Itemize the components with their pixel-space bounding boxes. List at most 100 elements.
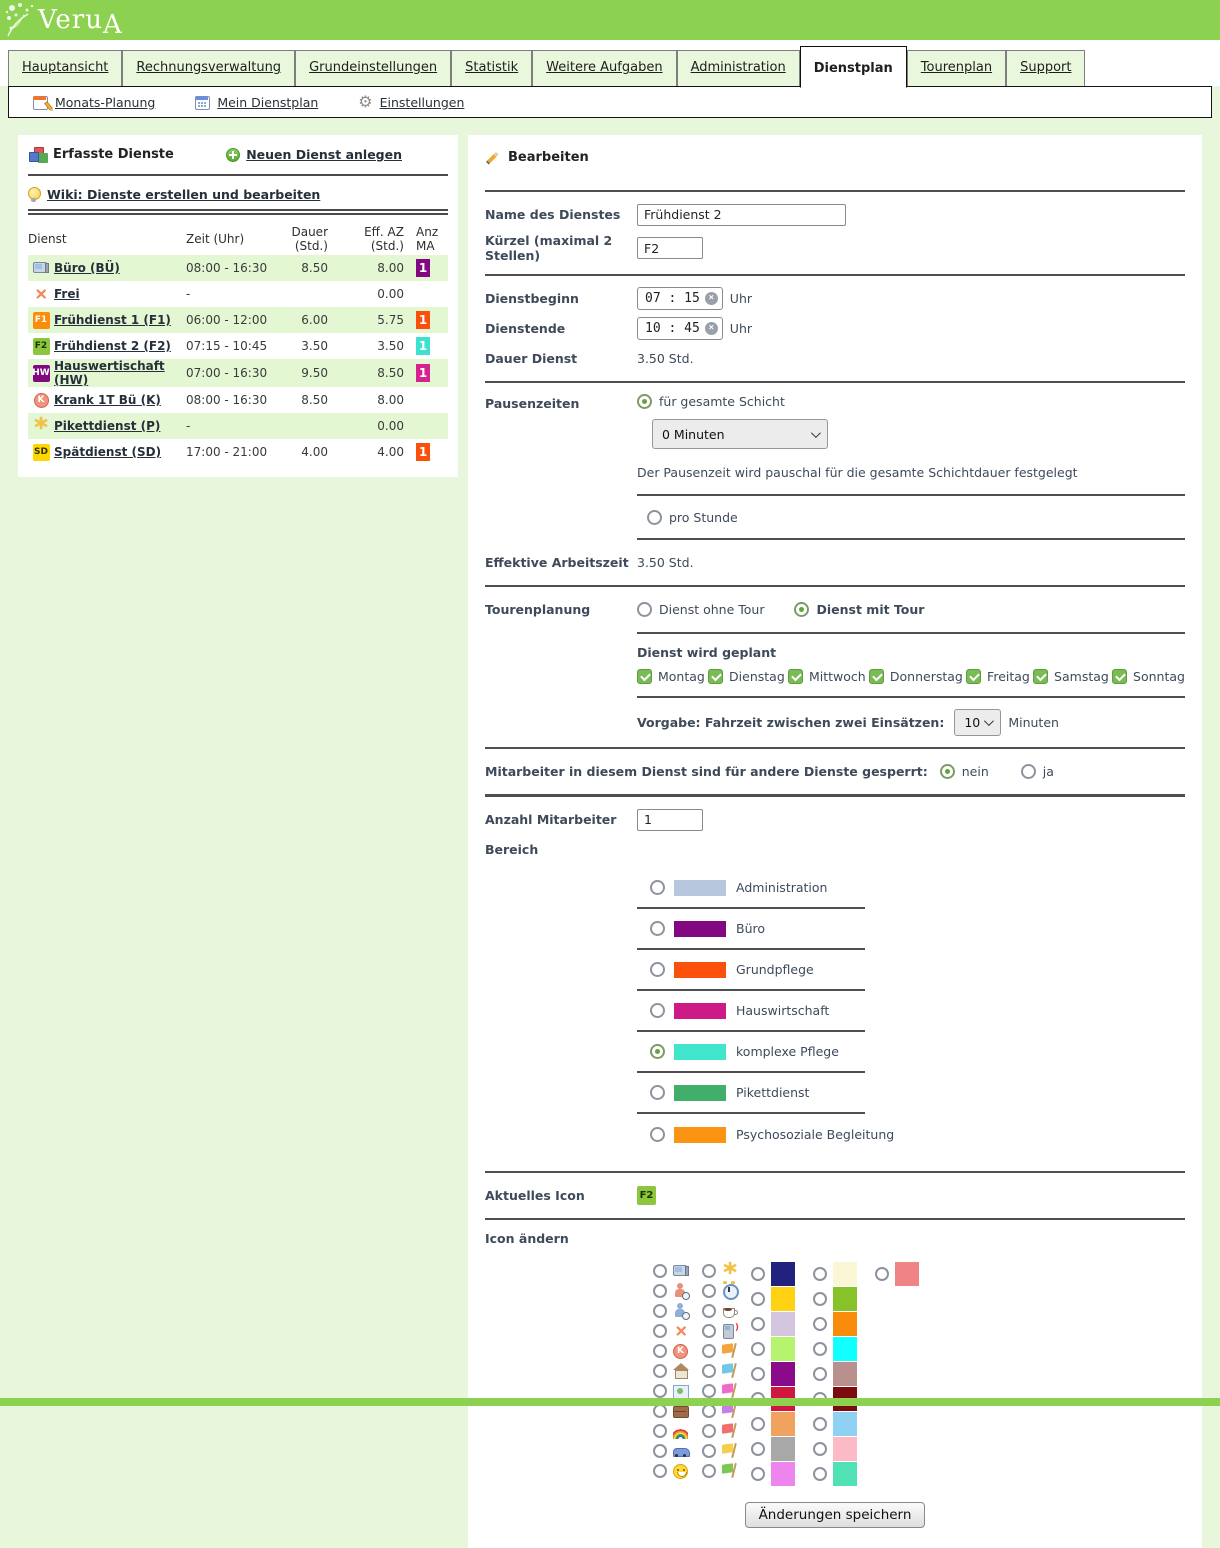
service-name-link[interactable]: Frühdienst 2 (F2) bbox=[54, 339, 186, 353]
icon-option-color-salmon[interactable] bbox=[875, 1261, 919, 1286]
radio-color-orange[interactable] bbox=[813, 1317, 827, 1331]
checkbox-mittwoch[interactable] bbox=[788, 669, 803, 684]
icon-option-phone-icon[interactable]: ) bbox=[702, 1321, 738, 1341]
weekday-montag[interactable]: Montag bbox=[637, 669, 705, 684]
tab-dienstplan[interactable]: Dienstplan bbox=[800, 46, 907, 88]
icon-option-smiley-icon[interactable] bbox=[653, 1461, 689, 1481]
bereich-option-komplexe-pflege[interactable]: komplexe Pflege bbox=[637, 1032, 865, 1073]
radio-color-gold[interactable] bbox=[751, 1292, 765, 1306]
radio-color-gray[interactable] bbox=[751, 1442, 765, 1456]
fahrzeit-select[interactable]: 10 bbox=[954, 709, 1001, 736]
icon-option-color-orange[interactable] bbox=[813, 1311, 857, 1336]
radio-hauswirtschaft[interactable] bbox=[650, 1003, 665, 1018]
kuerzel-input[interactable]: F2 bbox=[637, 237, 703, 259]
service-name-link[interactable]: Büro (BÜ) bbox=[54, 261, 186, 275]
wiki-link[interactable]: Wiki: Dienste erstellen und bearbeiten bbox=[28, 182, 448, 207]
radio-stunde[interactable] bbox=[647, 510, 662, 525]
icon-option-color-purple[interactable] bbox=[751, 1361, 795, 1386]
radio-color-aquamarine[interactable] bbox=[813, 1467, 827, 1481]
radio-asterisk-icon[interactable] bbox=[702, 1264, 716, 1278]
radio-color-yellowgreen[interactable] bbox=[813, 1292, 827, 1306]
icon-option-color-yellowgreen[interactable] bbox=[813, 1286, 857, 1311]
tab-statistik[interactable]: Statistik bbox=[451, 50, 532, 86]
bereich-option-hauswirtschaft[interactable]: Hauswirtschaft bbox=[637, 991, 865, 1032]
icon-option-flag-blue-icon[interactable] bbox=[702, 1361, 738, 1381]
radio-color-rosybrown[interactable] bbox=[813, 1367, 827, 1381]
radio-flag-yellow-icon[interactable] bbox=[702, 1444, 716, 1458]
icon-option-color-gold[interactable] bbox=[751, 1286, 795, 1311]
radio-chest-icon[interactable] bbox=[653, 1404, 667, 1418]
table-row[interactable]: HWHauswertischaft (HW)07:00 - 16:309.508… bbox=[28, 359, 448, 387]
icon-option-color-cream[interactable] bbox=[813, 1261, 857, 1286]
checkbox-freitag[interactable] bbox=[966, 669, 981, 684]
radio-color-pink[interactable] bbox=[813, 1442, 827, 1456]
radio-rainbow-icon[interactable] bbox=[653, 1424, 667, 1438]
icon-option-color-thistle[interactable] bbox=[751, 1311, 795, 1336]
icon-option-flag-red-icon[interactable] bbox=[702, 1421, 738, 1441]
table-row[interactable]: KKrank 1T Bü (K)08:00 - 16:308.508.00 bbox=[28, 387, 448, 413]
icon-option-flag-orange-icon[interactable] bbox=[702, 1341, 738, 1361]
weekday-dienstag[interactable]: Dienstag bbox=[708, 669, 785, 684]
begin-time-input[interactable]: 07 : 15× bbox=[637, 287, 723, 310]
service-name-link[interactable]: Spätdienst (SD) bbox=[54, 445, 186, 459]
radio-color-purple[interactable] bbox=[751, 1367, 765, 1381]
checkbox-donnerstag[interactable] bbox=[869, 669, 884, 684]
radio-color-cream[interactable] bbox=[813, 1267, 827, 1281]
icon-option-alarm-clock-icon[interactable] bbox=[702, 1281, 738, 1301]
tab-support[interactable]: Support bbox=[1006, 50, 1085, 86]
radio-color-salmon[interactable] bbox=[875, 1267, 889, 1281]
clear-time-icon[interactable]: × bbox=[705, 292, 718, 305]
radio-color-orchid[interactable] bbox=[751, 1467, 765, 1481]
checkbox-dienstag[interactable] bbox=[708, 669, 723, 684]
tab-administration[interactable]: Administration bbox=[677, 50, 800, 86]
radio-computer-icon[interactable] bbox=[653, 1264, 667, 1278]
icon-option-k-circle-icon[interactable]: K bbox=[653, 1341, 689, 1361]
bereich-option-psychosoziale-begleitung[interactable]: Psychosoziale Begleitung bbox=[637, 1114, 865, 1155]
radio-color-cyan[interactable] bbox=[813, 1342, 827, 1356]
radio-komplexe-pflege[interactable] bbox=[650, 1044, 665, 1059]
checkbox-samstag[interactable] bbox=[1033, 669, 1048, 684]
radio-mit-tour[interactable] bbox=[794, 602, 809, 617]
service-name-link[interactable]: Hauswertischaft (HW) bbox=[54, 359, 186, 387]
icon-option-color-orchid[interactable] bbox=[751, 1461, 795, 1486]
icon-option-coffee-cup-icon[interactable] bbox=[702, 1301, 738, 1321]
icon-option-color-rosybrown[interactable] bbox=[813, 1361, 857, 1386]
radio-grundpflege[interactable] bbox=[650, 962, 665, 977]
icon-option-color-pink[interactable] bbox=[813, 1436, 857, 1461]
icon-option-color-lightgreen[interactable] bbox=[751, 1336, 795, 1361]
icon-option-asterisk-icon[interactable]: * bbox=[702, 1261, 738, 1281]
tab-hauptansicht[interactable]: Hauptansicht bbox=[8, 50, 122, 86]
icon-option-person-clock-blue-icon[interactable] bbox=[653, 1301, 689, 1321]
radio-ja[interactable] bbox=[1021, 764, 1036, 779]
radio-flag-blue-icon[interactable] bbox=[702, 1364, 716, 1378]
checkbox-sonntag[interactable] bbox=[1112, 669, 1127, 684]
table-row[interactable]: Büro (BÜ)08:00 - 16:308.508.001 bbox=[28, 255, 448, 281]
radio-flag-green-icon[interactable] bbox=[702, 1464, 716, 1478]
table-row[interactable]: F1Frühdienst 1 (F1)06:00 - 12:006.005.75… bbox=[28, 307, 448, 333]
table-row[interactable]: ×Frei-0.00 bbox=[28, 281, 448, 307]
tour-option-ohne[interactable]: Dienst ohne Tour bbox=[637, 602, 764, 617]
clear-time-icon[interactable]: × bbox=[705, 322, 718, 335]
service-name-link[interactable]: Frühdienst 1 (F1) bbox=[54, 313, 186, 327]
subnav-item-mein-dienstplan[interactable]: Mein Dienstplan bbox=[195, 95, 318, 110]
service-name-link[interactable]: Krank 1T Bü (K) bbox=[54, 393, 186, 407]
tab-tourenplan[interactable]: Tourenplan bbox=[907, 50, 1006, 86]
weekday-sonntag[interactable]: Sonntag bbox=[1112, 669, 1185, 684]
icon-option-color-skyblue[interactable] bbox=[813, 1411, 857, 1436]
icon-option-color-gray[interactable] bbox=[751, 1436, 795, 1461]
radio-person-clock-orange-icon[interactable] bbox=[653, 1284, 667, 1298]
icon-option-house-icon[interactable] bbox=[653, 1361, 689, 1381]
radio-flag-magenta-icon[interactable] bbox=[702, 1384, 716, 1398]
radio-car-icon[interactable] bbox=[653, 1444, 667, 1458]
icon-option-color-sandybrown[interactable] bbox=[751, 1411, 795, 1436]
pausen-option-schicht[interactable]: für gesamte Schicht bbox=[637, 394, 1185, 409]
bereich-option-pikettdienst[interactable]: Pikettdienst bbox=[637, 1073, 865, 1114]
icon-option-color-aquamarine[interactable] bbox=[813, 1461, 857, 1486]
radio-color-skyblue[interactable] bbox=[813, 1417, 827, 1431]
radio-picture-icon[interactable] bbox=[653, 1384, 667, 1398]
end-time-input[interactable]: 10 : 45× bbox=[637, 317, 723, 340]
radio-flag-orange-icon[interactable] bbox=[702, 1344, 716, 1358]
icon-option-computer-icon[interactable] bbox=[653, 1261, 689, 1281]
new-service-link[interactable]: Neuen Dienst anlegen bbox=[226, 147, 402, 162]
icon-option-rainbow-icon[interactable] bbox=[653, 1421, 689, 1441]
